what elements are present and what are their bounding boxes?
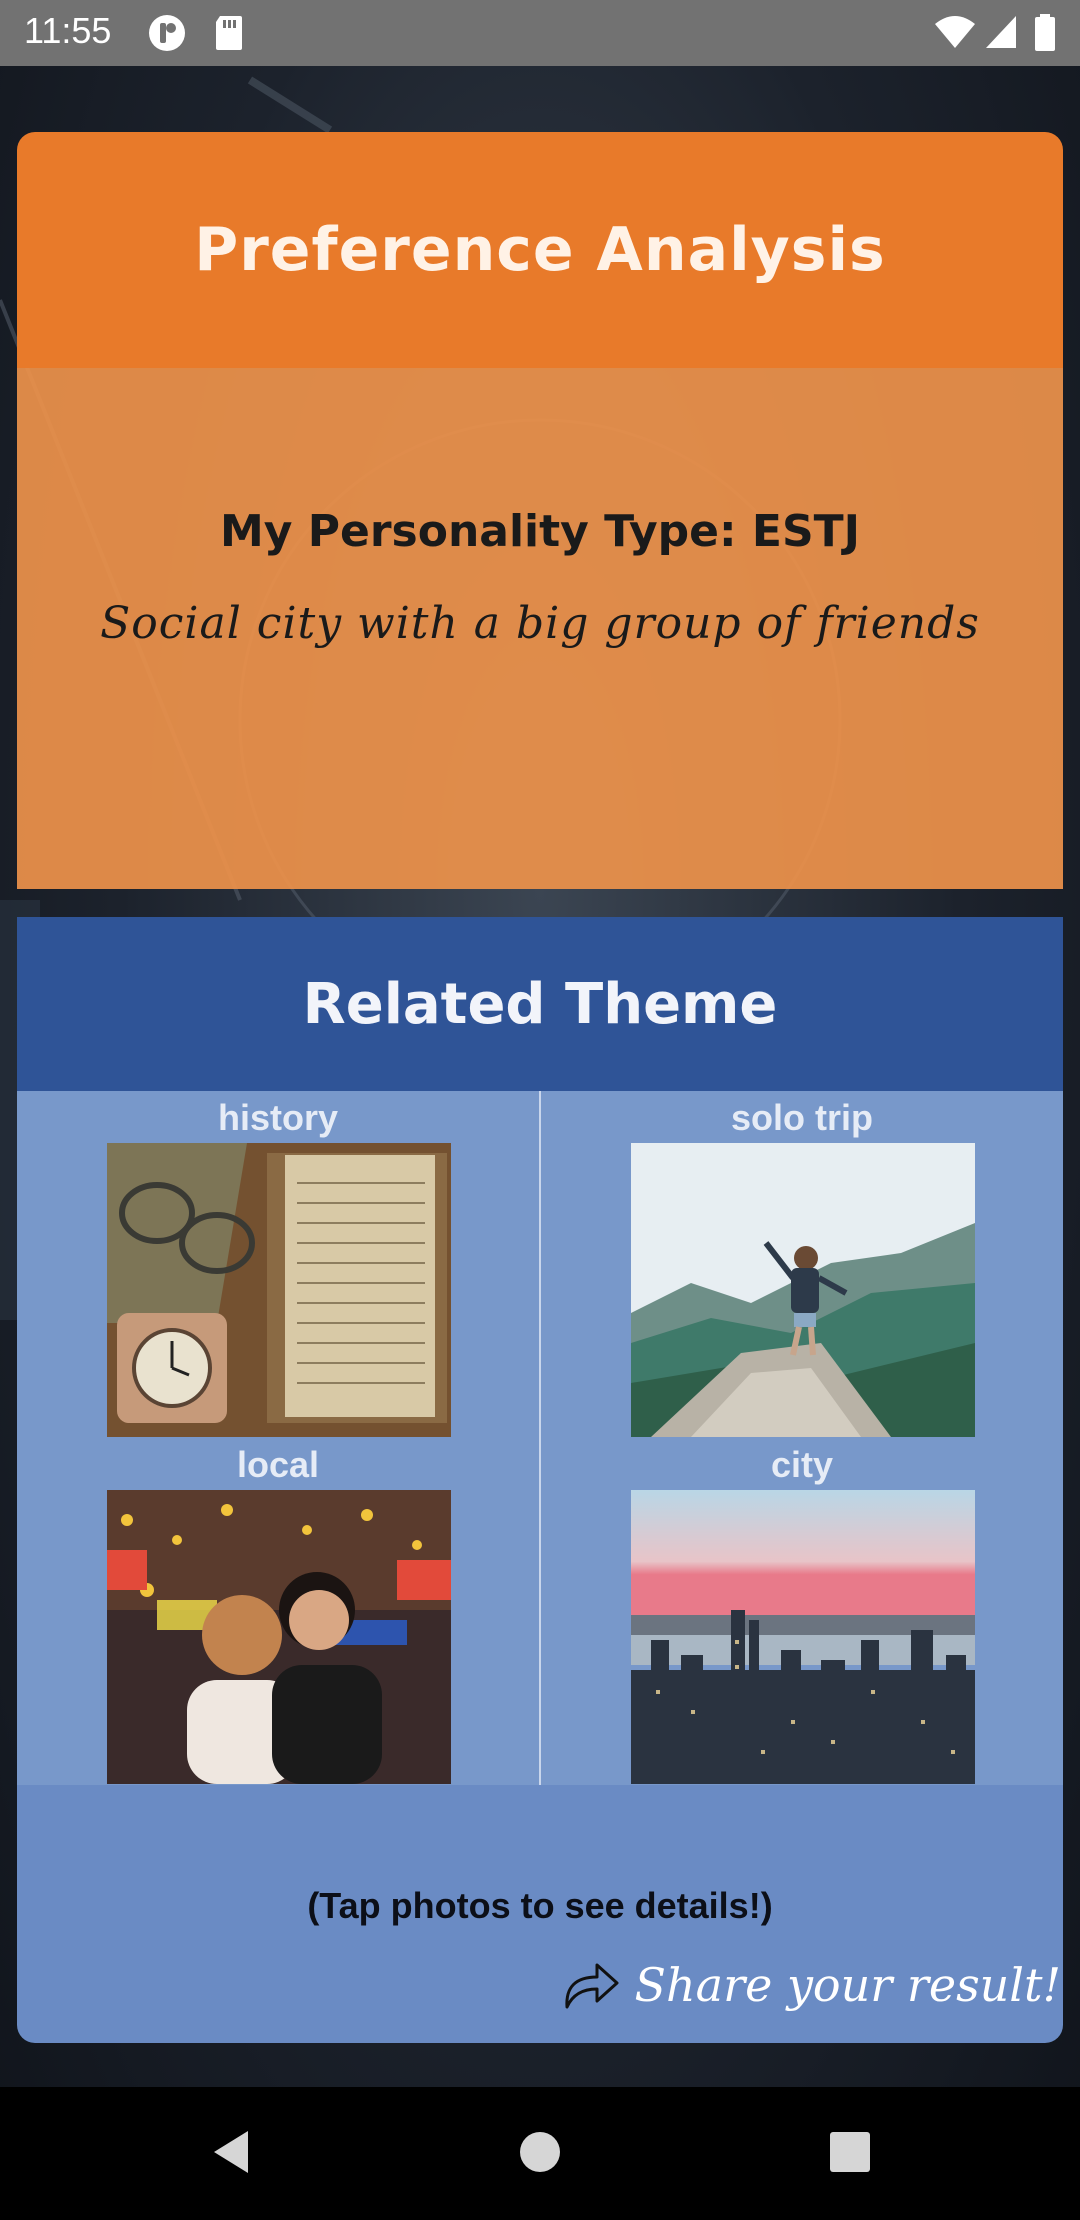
back-triangle-icon xyxy=(214,2131,248,2173)
home-button[interactable] xyxy=(505,2117,575,2187)
status-time: 11:55 xyxy=(24,10,112,51)
theme-item-history[interactable]: history xyxy=(17,1091,539,1438)
related-theme-header: Related Theme xyxy=(17,917,1063,1091)
theme-item-local[interactable]: local xyxy=(17,1438,539,1785)
local-photo[interactable] xyxy=(107,1490,451,1784)
theme-item-city[interactable]: city xyxy=(541,1438,1063,1785)
related-theme-title: Related Theme xyxy=(302,971,778,1037)
theme-label: history xyxy=(217,1097,339,1138)
theme-label: city xyxy=(770,1444,834,1485)
preference-header: Preference Analysis xyxy=(17,132,1063,368)
preference-analysis-card: Preference Analysis My Personality Type:… xyxy=(17,132,1063,889)
share-label: Share your result! xyxy=(634,1958,1061,2012)
share-result-button[interactable]: Share your result! xyxy=(561,1945,1061,2025)
back-button[interactable] xyxy=(200,2117,270,2187)
sd-card-icon xyxy=(214,14,244,56)
theme-grid: history solo trip local city xyxy=(17,1091,1063,1785)
city-photo[interactable] xyxy=(631,1490,975,1784)
recents-button[interactable] xyxy=(815,2117,885,2187)
signal-icon xyxy=(984,14,1018,54)
old-book-glasses-clock-image xyxy=(107,1143,451,1437)
home-circle-icon xyxy=(520,2132,560,2172)
wifi-icon xyxy=(934,14,976,54)
history-photo[interactable] xyxy=(107,1143,451,1437)
theme-label: local xyxy=(236,1444,320,1485)
theme-footer: (Tap photos to see details!) Share your … xyxy=(17,1785,1063,2043)
city-skyline-image xyxy=(631,1490,975,1784)
personality-description: Social city with a big group of friends xyxy=(100,598,980,649)
status-bar: 11:55 xyxy=(0,0,1080,66)
hiker-mountain-image xyxy=(631,1143,975,1437)
night-market-friends-image xyxy=(107,1490,451,1784)
theme-item-solo-trip[interactable]: solo trip xyxy=(541,1091,1063,1438)
recents-square-icon xyxy=(830,2132,870,2172)
share-arrow-icon xyxy=(565,1963,619,2009)
theme-label: solo trip xyxy=(731,1097,873,1138)
preference-title: Preference Analysis xyxy=(194,215,886,285)
tap-photos-hint: (Tap photos to see details!) xyxy=(307,1885,773,1926)
related-theme-card: Related Theme history solo trip local ci… xyxy=(17,917,1063,2043)
personality-type: My Personality Type: ESTJ xyxy=(219,506,861,557)
navigation-bar xyxy=(0,2087,1080,2220)
battery-icon xyxy=(1034,14,1056,56)
preference-body: My Personality Type: ESTJ Social city wi… xyxy=(17,368,1063,889)
solo-trip-photo[interactable] xyxy=(631,1143,975,1437)
app-notification-icon xyxy=(148,14,186,56)
